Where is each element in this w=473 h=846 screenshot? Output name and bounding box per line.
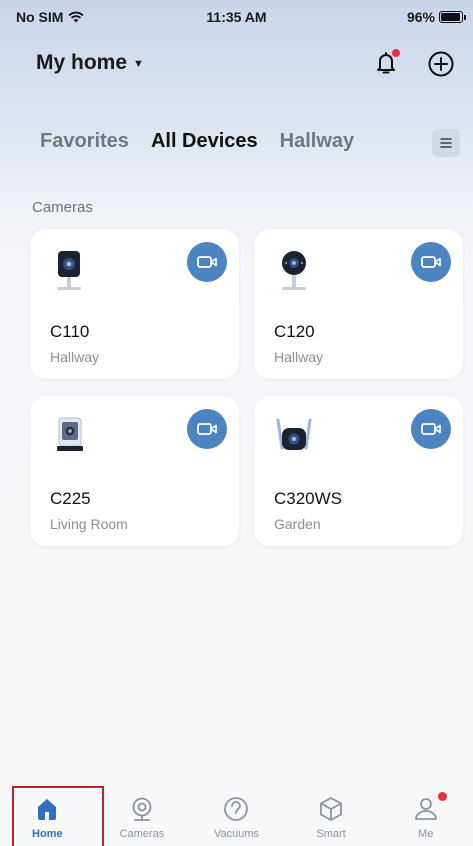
camera-icon xyxy=(132,797,152,821)
tabs-menu-button[interactable] xyxy=(432,129,460,157)
device-name: C120 xyxy=(274,322,315,341)
home-name: My home xyxy=(36,51,128,74)
tab-hallway[interactable]: Hallway xyxy=(280,130,354,153)
section-label-cameras: Cameras xyxy=(32,199,93,216)
video-icon xyxy=(197,423,217,435)
device-card-c110[interactable]: C110 Hallway xyxy=(30,229,239,379)
nav-vacuums[interactable]: Vacuums xyxy=(189,784,284,846)
battery-percent: 96% xyxy=(406,9,435,25)
home-selector[interactable]: My home ▼ xyxy=(36,51,144,75)
nav-label: Smart xyxy=(316,828,346,840)
clock: 11:35 AM xyxy=(206,9,267,25)
device-name: C320WS xyxy=(274,489,343,508)
plus-circle-icon xyxy=(428,51,454,77)
device-card-c120[interactable]: C120 Hallway xyxy=(254,229,463,379)
vacuum-icon xyxy=(224,797,249,821)
battery-area: 96% xyxy=(406,9,466,25)
device-room: Hallway xyxy=(274,349,324,365)
nav-cameras[interactable]: Cameras xyxy=(95,784,190,846)
device-room: Hallway xyxy=(50,349,100,365)
nav-label: Me xyxy=(418,828,434,840)
live-view-button[interactable] xyxy=(411,242,451,282)
camera-c120-icon xyxy=(282,251,306,290)
caret-down-icon: ▼ xyxy=(133,58,144,70)
camera-c110-icon xyxy=(57,251,81,290)
nav-smart[interactable]: Smart xyxy=(284,784,379,846)
live-view-button[interactable] xyxy=(187,242,227,282)
camera-c225-icon xyxy=(57,417,83,451)
notification-badge xyxy=(392,49,400,57)
tab-all-devices[interactable]: All Devices xyxy=(151,130,258,153)
video-icon xyxy=(421,423,441,435)
live-view-button[interactable] xyxy=(411,409,451,449)
nav-me[interactable]: Me xyxy=(378,784,473,846)
camera-c320ws-icon xyxy=(276,418,312,450)
nav-label: Cameras xyxy=(119,828,165,840)
device-card-c225[interactable]: C225 Living Room xyxy=(30,396,239,546)
device-room: Garden xyxy=(274,516,321,532)
menu-icon xyxy=(440,138,452,148)
video-icon xyxy=(421,256,441,268)
device-room: Living Room xyxy=(50,516,128,532)
battery-icon xyxy=(439,11,466,23)
me-badge xyxy=(437,792,447,801)
nav-label: Home xyxy=(32,828,63,840)
tab-favorites[interactable]: Favorites xyxy=(40,130,129,153)
person-icon xyxy=(414,798,437,820)
add-device-button[interactable] xyxy=(427,50,455,78)
status-bar: No SIM 11:35 AM 96% xyxy=(0,0,473,34)
live-view-button[interactable] xyxy=(187,409,227,449)
room-tabs: Favorites All Devices Hallway xyxy=(40,130,376,153)
nav-home[interactable]: Home xyxy=(0,784,95,846)
device-name: C110 xyxy=(50,322,90,341)
device-name: C225 xyxy=(50,489,91,508)
device-card-c320ws[interactable]: C320WS Garden xyxy=(254,396,463,546)
notifications-button[interactable] xyxy=(371,48,401,78)
bottom-nav: Home Cameras Vacuums Smart Me xyxy=(0,784,473,846)
video-icon xyxy=(197,256,217,268)
cube-icon xyxy=(320,797,342,821)
nav-label: Vacuums xyxy=(213,828,259,840)
home-icon xyxy=(38,799,57,820)
